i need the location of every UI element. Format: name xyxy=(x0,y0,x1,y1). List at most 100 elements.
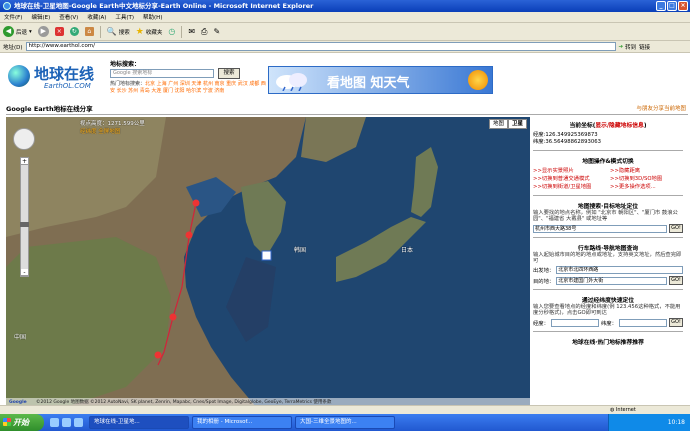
lng-input[interactable] xyxy=(550,318,599,327)
refresh-icon: ↻ xyxy=(69,27,79,36)
minimize-button[interactable]: _ xyxy=(656,1,666,11)
map-label-korea: 韩国 xyxy=(294,247,307,254)
mail-button[interactable]: ✉ xyxy=(188,27,195,36)
longitude-value: 经度:126.349925369873 xyxy=(533,132,598,138)
place-search-input[interactable]: Google 搜索地标 xyxy=(110,69,214,78)
links-label[interactable]: 链接 xyxy=(639,43,650,51)
map-marker[interactable] xyxy=(185,231,193,239)
stop-icon: × xyxy=(54,27,64,36)
place-search: 地标搜索： Google 搜索地标 搜索 热门地标搜索：北京 上海 广州 深圳 … xyxy=(110,59,270,99)
map-label-japan: 日本 xyxy=(401,247,414,254)
menu-favorites[interactable]: 收藏(A) xyxy=(87,13,106,21)
menu-view[interactable]: 查看(V) xyxy=(59,13,78,21)
op-3d-map[interactable]: >>切换到3D/SO地图 xyxy=(610,176,683,183)
sun-icon xyxy=(468,70,488,90)
window-title: 地球在线-卫星地图-Google Earth中文地标分享-Earth Onlin… xyxy=(14,2,314,10)
op-show-photos[interactable]: >>显示实景照片 xyxy=(533,168,606,175)
favorites-button[interactable]: ★ 收藏夹 xyxy=(136,27,163,37)
desktop-quick-icon[interactable] xyxy=(62,418,71,427)
route-go-button[interactable]: GO! xyxy=(669,276,683,285)
window-title-bar: 地球在线-卫星地图-Google Earth中文地标分享-Earth Onlin… xyxy=(0,0,690,12)
refresh-button[interactable]: ↻ xyxy=(69,27,79,36)
web-page: 地球在线 EarthOL.COM 地标搜索： Google 搜索地标 搜索 热门… xyxy=(0,53,690,414)
maximize-button[interactable]: □ xyxy=(667,1,677,11)
zoom-out-icon[interactable]: - xyxy=(21,269,28,276)
system-tray: 10:18 xyxy=(608,414,690,431)
stop-button[interactable]: × xyxy=(54,27,64,36)
place-search-button[interactable]: 搜索 xyxy=(218,68,240,79)
forward-button[interactable]: ▶ xyxy=(37,26,49,37)
op-hide-distance[interactable]: >>隐藏距离 xyxy=(610,168,683,175)
route-to-input[interactable]: 北京市建国门外大街 xyxy=(556,276,667,285)
coord-title: 当前坐标(显示/隐藏地标信息) xyxy=(569,123,647,129)
start-button[interactable]: 开始 xyxy=(0,414,44,431)
address-label: 地址(D) xyxy=(3,44,23,51)
taskbar-item[interactable]: 地球在线-卫星地... xyxy=(89,416,189,429)
back-arrow-icon: ◀ xyxy=(3,26,14,37)
search-icon: 🔍 xyxy=(106,27,117,36)
altitude-readout: 视点高度：1271.599公里 xyxy=(80,121,145,127)
address-bar: 地址(D) http://www.earthol.com/ ➔ 转到 链接 xyxy=(0,41,690,53)
op-more[interactable]: >>更多操作选项... xyxy=(610,184,683,191)
place-input[interactable]: 杭州市西大路38号 xyxy=(533,224,667,233)
site-logo[interactable]: 地球在线 EarthOL.COM xyxy=(8,63,104,93)
map-type-switch: 地图 卫星 xyxy=(488,119,527,129)
place-go-button[interactable]: GO! xyxy=(669,224,683,233)
map-marker[interactable] xyxy=(154,351,162,359)
edit-icon: ✎ xyxy=(213,27,221,36)
zoom-in-icon[interactable]: + xyxy=(21,158,28,165)
menu-tools[interactable]: 工具(T) xyxy=(115,13,134,21)
home-icon: ⌂ xyxy=(84,27,94,36)
zoom-slider[interactable]: + - xyxy=(20,157,29,277)
clock: 10:18 xyxy=(667,419,685,426)
map-marker[interactable] xyxy=(192,199,200,207)
home-button[interactable]: ⌂ xyxy=(84,27,94,36)
hot-searches: 热门地标搜索：北京 上海 广州 深圳 天津 杭州 南京 重庆 武汉 成都 西安 … xyxy=(110,81,266,94)
satellite-map[interactable]: 视点高度：1271.599公里 经纬度 全屏地图 地图 卫星 + - 中国 韩国… xyxy=(6,117,530,407)
forward-arrow-icon: ▶ xyxy=(37,26,49,37)
map-marker[interactable] xyxy=(169,313,177,321)
sidebar: 当前坐标(显示/隐藏地标信息) 经度:126.349925369873 纬度:3… xyxy=(533,117,683,414)
history-button[interactable]: ◷ xyxy=(168,27,175,36)
section-title: Google Earth地标在线分享 与朋友分享当前地图 xyxy=(6,103,688,115)
go-button[interactable]: ➔ 转到 xyxy=(619,43,637,51)
route-from-input[interactable]: 北京市北四环西路 xyxy=(556,266,683,274)
op-street-satellite[interactable]: >>切换到街道/卫星地图 xyxy=(533,184,606,191)
status-bar: ◍ Internet xyxy=(0,405,690,414)
map-type-satellite[interactable]: 卫星 xyxy=(507,119,527,129)
media-quick-icon[interactable] xyxy=(74,418,83,427)
menu-bar: 文件(F) 编辑(E) 查看(V) 收藏(A) 工具(T) 帮助(H) xyxy=(0,12,690,23)
zone-label: Internet xyxy=(615,407,636,413)
taskbar: 开始 地球在线-卫星地... 我的相册 - Microsof... 大国-三维全… xyxy=(0,414,690,431)
lat-input[interactable] xyxy=(618,318,667,327)
back-button[interactable]: ◀ 后退 ▾ xyxy=(3,26,32,37)
go-arrow-icon: ➔ xyxy=(618,43,624,50)
taskbar-item[interactable]: 大国-三维全景地图的... xyxy=(295,416,395,429)
print-button[interactable]: ⎙ xyxy=(201,27,207,37)
map-label-china: 中国 xyxy=(14,334,27,341)
map-type-map[interactable]: 地图 xyxy=(488,119,508,129)
close-button[interactable]: × xyxy=(678,1,688,11)
op-traffic-mode[interactable]: >>切换到普通交通模式 xyxy=(533,176,606,183)
menu-edit[interactable]: 编辑(E) xyxy=(31,13,50,21)
toggle-placemark-link[interactable]: 显示/隐藏地标信息 xyxy=(595,123,644,129)
map-info-link[interactable]: 经纬度 全屏地图 xyxy=(80,127,145,135)
weather-banner[interactable]: 看地图 知天气 xyxy=(268,66,493,94)
star-icon: ★ xyxy=(135,26,144,37)
zoom-thumb[interactable] xyxy=(20,222,29,227)
quick-launch xyxy=(50,418,83,427)
globe-icon xyxy=(8,65,30,87)
taskbar-item[interactable]: 我的相册 - Microsof... xyxy=(192,416,292,429)
menu-file[interactable]: 文件(F) xyxy=(4,13,22,21)
toolbar: ◀ 后退 ▾ ▶ × ↻ ⌂ 🔍 搜索 ★ 收藏夹 ◷ ✉ ⎙ ✎ xyxy=(0,23,690,41)
pan-control[interactable] xyxy=(13,128,35,150)
latitude-value: 纬度:36.56498862893063 xyxy=(533,139,601,145)
menu-help[interactable]: 帮助(H) xyxy=(143,13,162,21)
edit-button[interactable]: ✎ xyxy=(213,27,220,36)
search-button[interactable]: 🔍 搜索 xyxy=(107,27,130,36)
chevron-down-icon: ▾ xyxy=(29,28,32,35)
share-link[interactable]: 与朋友分享当前地图 xyxy=(636,103,686,115)
ie-quick-icon[interactable] xyxy=(50,418,59,427)
address-input[interactable]: http://www.earthol.com/ xyxy=(25,42,616,51)
latlng-go-button[interactable]: GO! xyxy=(669,318,683,327)
